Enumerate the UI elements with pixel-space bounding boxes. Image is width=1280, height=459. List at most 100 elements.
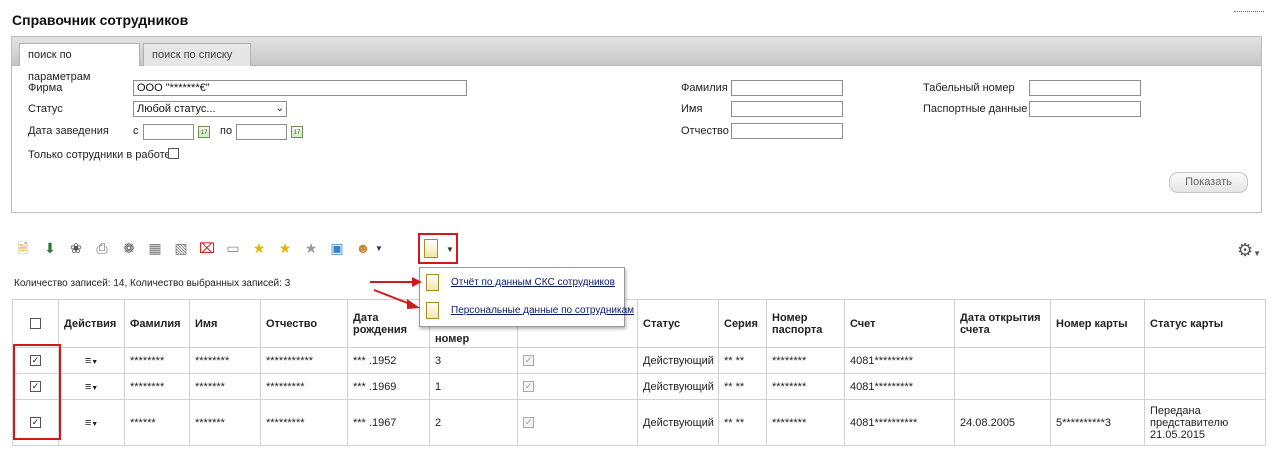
cell-open-date	[954, 373, 1051, 400]
cell-birth-date: *** .1967	[347, 399, 430, 446]
user-award-icon[interactable]: ❁	[120, 239, 138, 257]
selected-rows-highlight	[13, 344, 61, 440]
header-actions[interactable]: Действия	[58, 299, 125, 348]
users-dropdown-caret-icon[interactable]: ▼	[375, 244, 383, 253]
header-passport-number[interactable]: Номер паспорта	[766, 299, 845, 348]
cell-status: Действующий	[637, 373, 719, 400]
star-add-icon[interactable]: ★	[276, 239, 294, 257]
header-surname[interactable]: Фамилия	[124, 299, 190, 348]
header-name[interactable]: Имя	[189, 299, 261, 348]
cell-series: ** **	[718, 373, 767, 400]
cards-icon[interactable]: ▧	[172, 239, 190, 257]
search-panel: поиск по параметрам поиск по списку Фирм…	[11, 36, 1262, 213]
date-to-input[interactable]	[236, 124, 287, 140]
header-patronymic[interactable]: Отчество	[260, 299, 348, 348]
cell-surname: ********	[124, 347, 190, 374]
cell-name: ********	[189, 347, 261, 374]
date-from-input[interactable]	[143, 124, 194, 140]
status-select-value: Любой статус...	[137, 103, 216, 115]
star-icon[interactable]: ★	[250, 239, 268, 257]
cell-patronymic: *********	[260, 399, 348, 446]
report-button[interactable]: ▼	[418, 233, 458, 264]
menu-item-personal-data[interactable]: Персональные данные по сотрудникам	[424, 300, 634, 322]
gear-icon[interactable]: ⚙▼	[1237, 240, 1261, 261]
row-actions-menu-icon[interactable]: ≡▼	[58, 347, 125, 374]
cell-passport: ********	[766, 347, 845, 374]
header-status[interactable]: Статус	[637, 299, 719, 348]
cell-account: 4081*********	[844, 373, 955, 400]
header-select-all[interactable]	[12, 299, 59, 348]
header-account[interactable]: Счет	[844, 299, 955, 348]
cell-passport: ********	[766, 373, 845, 400]
status-select[interactable]: Любой статус... ⌄	[133, 101, 287, 117]
passport-label: Паспортные данные	[923, 103, 1028, 115]
calendar-icon[interactable]: 17	[198, 126, 210, 138]
cell-passport: ********	[766, 399, 845, 446]
document-icon	[426, 302, 439, 319]
window-icon[interactable]: ▣	[328, 239, 346, 257]
firm-label: Фирма	[28, 82, 63, 94]
annotation-arrows	[370, 277, 422, 309]
header-card-status[interactable]: Статус карты	[1144, 299, 1266, 348]
table-row[interactable]: ✓ ≡▼ ******** ******** *********** *** .…	[12, 347, 1266, 374]
name-input[interactable]	[731, 101, 843, 117]
row-actions-menu-icon[interactable]: ≡▼	[58, 373, 125, 400]
cell-card: 5**********3	[1050, 399, 1145, 446]
card-stack-icon[interactable]: ▭	[224, 239, 242, 257]
table-row[interactable]: ✓ ≡▼ ****** ******* ********* *** .1967 …	[12, 399, 1266, 446]
cell-number: 1	[429, 373, 518, 400]
document-icon	[424, 239, 438, 258]
cell-number: 2	[429, 399, 518, 446]
cell-flag: ✓	[517, 399, 638, 446]
tab-number-input[interactable]	[1029, 80, 1141, 96]
name-label: Имя	[681, 103, 703, 115]
printer-icon[interactable]: ⎙	[93, 239, 111, 257]
employees-table: Действия Фамилия Имя Отчество Дата рожде…	[12, 299, 1266, 454]
cell-number: 3	[429, 347, 518, 374]
cell-patronymic: ***********	[260, 347, 348, 374]
award-icon[interactable]: ❀	[67, 239, 85, 257]
patronymic-input[interactable]	[731, 123, 843, 139]
records-count: Количество записей: 14, Количество выбра…	[14, 278, 291, 289]
calendar-icon[interactable]: 17	[291, 126, 303, 138]
arrow-head	[407, 299, 420, 309]
cell-surname: ********	[124, 373, 190, 400]
cell-surname: ******	[124, 399, 190, 446]
tab-number-label: Табельный номер	[923, 82, 1015, 94]
patronymic-label: Отчество	[681, 125, 729, 137]
cell-card-status: Передана представителю 21.05.2015	[1144, 399, 1266, 446]
header-card-number[interactable]: Номер карты	[1050, 299, 1145, 348]
cell-card-status	[1144, 373, 1266, 400]
cell-patronymic: *********	[260, 373, 348, 400]
star-remove-icon[interactable]: ★	[302, 239, 320, 257]
select-all-checkbox[interactable]	[30, 318, 41, 329]
show-button[interactable]: Показать	[1169, 172, 1248, 193]
passport-input[interactable]	[1029, 101, 1141, 117]
delete-card-icon[interactable]: ⌧	[198, 239, 216, 257]
row-actions-menu-icon[interactable]: ≡▼	[58, 399, 125, 446]
firm-input[interactable]: ООО "*******€"	[133, 80, 467, 96]
download-icon[interactable]: ⬇	[41, 239, 59, 257]
cell-status: Действующий	[637, 347, 719, 374]
cell-account: 4081*********	[844, 347, 955, 374]
report-caret-icon: ▼	[446, 245, 454, 254]
menu-item-label: Персональные данные по сотрудникам	[451, 305, 635, 316]
cell-open-date	[954, 347, 1051, 374]
users-icon[interactable]: ☻	[354, 239, 372, 257]
arrow-line	[373, 289, 411, 305]
only-working-checkbox[interactable]	[168, 148, 179, 159]
status-label: Статус	[28, 103, 63, 115]
header-account-open-date[interactable]: Дата открытия счета	[954, 299, 1051, 348]
cell-series: ** **	[718, 347, 767, 374]
surname-input[interactable]	[731, 80, 843, 96]
tab-strip: поиск по параметрам поиск по списку	[12, 37, 1261, 83]
document-icon	[426, 274, 439, 291]
card-icon[interactable]: ▦	[146, 239, 164, 257]
chevron-down-icon: ⌄	[275, 103, 284, 114]
table-row[interactable]: ✓ ≡▼ ******** ******* ********* *** .196…	[12, 373, 1266, 400]
header-series[interactable]: Серия	[718, 299, 767, 348]
tab-search-by-list[interactable]: поиск по списку	[143, 43, 251, 66]
menu-item-sks-report[interactable]: Отчёт по данным СКС сотрудников	[424, 272, 620, 294]
new-document-icon[interactable]: 🗎	[14, 239, 32, 257]
tab-search-by-params[interactable]: поиск по параметрам	[19, 43, 140, 83]
